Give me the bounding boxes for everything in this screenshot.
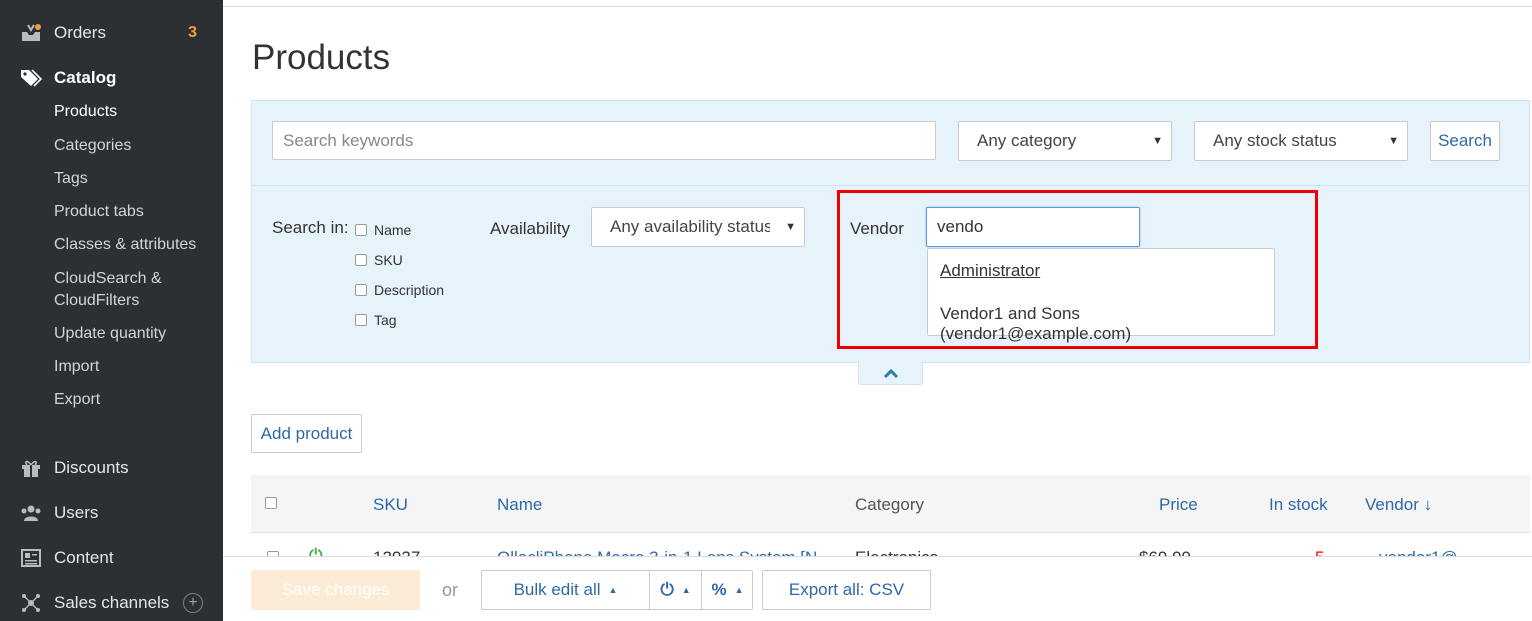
select-all-checkbox[interactable] (265, 497, 277, 509)
availability-select[interactable]: Any availability status ▼ (591, 207, 805, 247)
export-all-csv-button[interactable]: Export all: CSV (762, 570, 931, 610)
sidebar-item-label: Content (54, 548, 114, 567)
add-product-button[interactable]: Add product (251, 414, 362, 453)
column-price[interactable]: Price (1159, 495, 1198, 515)
percent-icon: % (711, 580, 727, 599)
tags-icon (20, 68, 42, 88)
checkbox-label: Description (374, 282, 445, 298)
stock-status-select[interactable]: Any stock status ▼ (1194, 121, 1408, 161)
column-sku[interactable]: SKU (373, 495, 408, 515)
sidebar-item-users[interactable]: Users (0, 495, 223, 531)
caret-up-icon: ▲ (681, 585, 691, 595)
description-checkbox[interactable] (355, 284, 367, 296)
search-in-description-option[interactable]: Description (355, 282, 444, 298)
price-modifier-button[interactable]: % ▲ (702, 571, 753, 609)
sidebar-item-label: Orders (54, 23, 106, 42)
status-toggle-button[interactable]: ⏻ ▲ (650, 571, 701, 609)
sidebar-subitem-label-line2: CloudFilters (54, 292, 140, 309)
filter-divider (251, 185, 1530, 186)
tag-checkbox[interactable] (355, 314, 367, 326)
sidebar: Orders 3 Catalog Products Categories Tag… (0, 0, 223, 621)
sidebar-subitem-cloudsearch[interactable]: CloudSearch & CloudFilters (54, 268, 162, 312)
users-icon (20, 503, 42, 523)
sidebar-item-orders[interactable]: Orders 3 (0, 15, 223, 51)
sidebar-subitem-product-tabs[interactable]: Product tabs (54, 201, 144, 223)
sidebar-item-discounts[interactable]: Discounts (0, 450, 223, 486)
search-keywords-input[interactable] (272, 121, 936, 160)
column-category: Category (855, 495, 924, 514)
sidebar-subitem-tags[interactable]: Tags (54, 168, 88, 190)
checkbox-label: SKU (374, 252, 403, 268)
name-checkbox[interactable] (355, 224, 367, 236)
sidebar-item-label: Discounts (54, 458, 129, 477)
availability-label: Availability (490, 219, 571, 238)
sidebar-subitem-categories[interactable]: Categories (54, 135, 131, 157)
collapse-filters-button[interactable] (858, 362, 923, 385)
or-separator: or (442, 580, 459, 600)
bulk-actions-group: Bulk edit all ▲ ⏻ ▲ % ▲ (481, 570, 753, 610)
row-price: $69.99 (1139, 548, 1191, 556)
table-row[interactable]: ⏻ 12037 OllocliPhone Macro 3-in-1 Lens S… (251, 534, 1530, 556)
row-name-link[interactable]: OllocliPhone Macro 3-in-1 Lens System [N (497, 548, 817, 556)
caret-down-icon: ▼ (1152, 135, 1163, 147)
chevron-up-icon (883, 368, 898, 378)
category-select-value: Any category (977, 131, 1077, 150)
products-table-header: SKU Name Category Price In stock Vendor … (251, 475, 1530, 533)
top-divider (223, 6, 1532, 7)
bulk-edit-label: Bulk edit all (513, 580, 601, 599)
row-sku: 12037 (373, 548, 420, 556)
column-name[interactable]: Name (497, 495, 542, 515)
row-vendor[interactable]: vendor1@ (1379, 548, 1458, 556)
page-title: Products (252, 38, 391, 77)
caret-up-icon: ▲ (608, 585, 618, 595)
checkbox-label: Name (374, 222, 412, 238)
caret-up-icon: ▲ (734, 585, 744, 595)
sidebar-subitem-classes-attributes[interactable]: Classes & attributes (54, 234, 196, 256)
sidebar-item-label: Sales channels (54, 593, 170, 612)
save-changes-button[interactable]: Save changes (251, 570, 420, 610)
search-button[interactable]: Search (1430, 121, 1500, 161)
sidebar-subitem-import[interactable]: Import (54, 356, 99, 378)
availability-select-value: Any availability status (610, 217, 770, 236)
sidebar-item-content[interactable]: Content (0, 540, 223, 576)
row-in-stock: 5 (1315, 548, 1324, 556)
search-in-label: Search in: (272, 218, 349, 237)
sidebar-item-catalog[interactable]: Catalog (0, 60, 223, 96)
search-in-name-option[interactable]: Name (355, 222, 411, 238)
search-in-sku-option[interactable]: SKU (355, 252, 403, 268)
sidebar-item-sales-channels[interactable]: Sales channels + (0, 585, 223, 621)
add-sales-channel-button[interactable]: + (183, 593, 203, 613)
checkbox-label: Tag (374, 312, 397, 328)
gift-icon (20, 458, 42, 478)
sidebar-item-label: Users (54, 503, 99, 522)
caret-down-icon: ▼ (1388, 135, 1399, 147)
sidebar-subitem-label-line1: CloudSearch & (54, 270, 162, 287)
power-icon: ⏻ (660, 580, 674, 599)
orders-count-badge: 3 (188, 24, 197, 41)
column-in-stock[interactable]: In stock (1269, 495, 1328, 515)
search-in-tag-option[interactable]: Tag (355, 312, 397, 328)
bulk-edit-all-button[interactable]: Bulk edit all ▲ (482, 571, 649, 609)
power-icon[interactable]: ⏻ (309, 546, 322, 556)
highlight-box (837, 190, 1318, 349)
caret-down-icon: ▼ (785, 221, 796, 233)
column-vendor[interactable]: Vendor ↓ (1365, 495, 1432, 515)
sku-checkbox[interactable] (355, 254, 367, 266)
sidebar-item-label: Catalog (54, 68, 117, 87)
category-select[interactable]: Any category ▼ (958, 121, 1172, 161)
sales-channels-icon (20, 593, 42, 613)
orders-icon (20, 23, 42, 43)
sidebar-subitem-update-quantity[interactable]: Update quantity (54, 323, 166, 345)
sidebar-subitem-export[interactable]: Export (54, 389, 100, 411)
row-category: Electronics (855, 548, 938, 556)
sidebar-subitem-products[interactable]: Products (54, 101, 117, 123)
content-icon (20, 548, 42, 568)
stock-status-select-value: Any stock status (1213, 131, 1337, 150)
